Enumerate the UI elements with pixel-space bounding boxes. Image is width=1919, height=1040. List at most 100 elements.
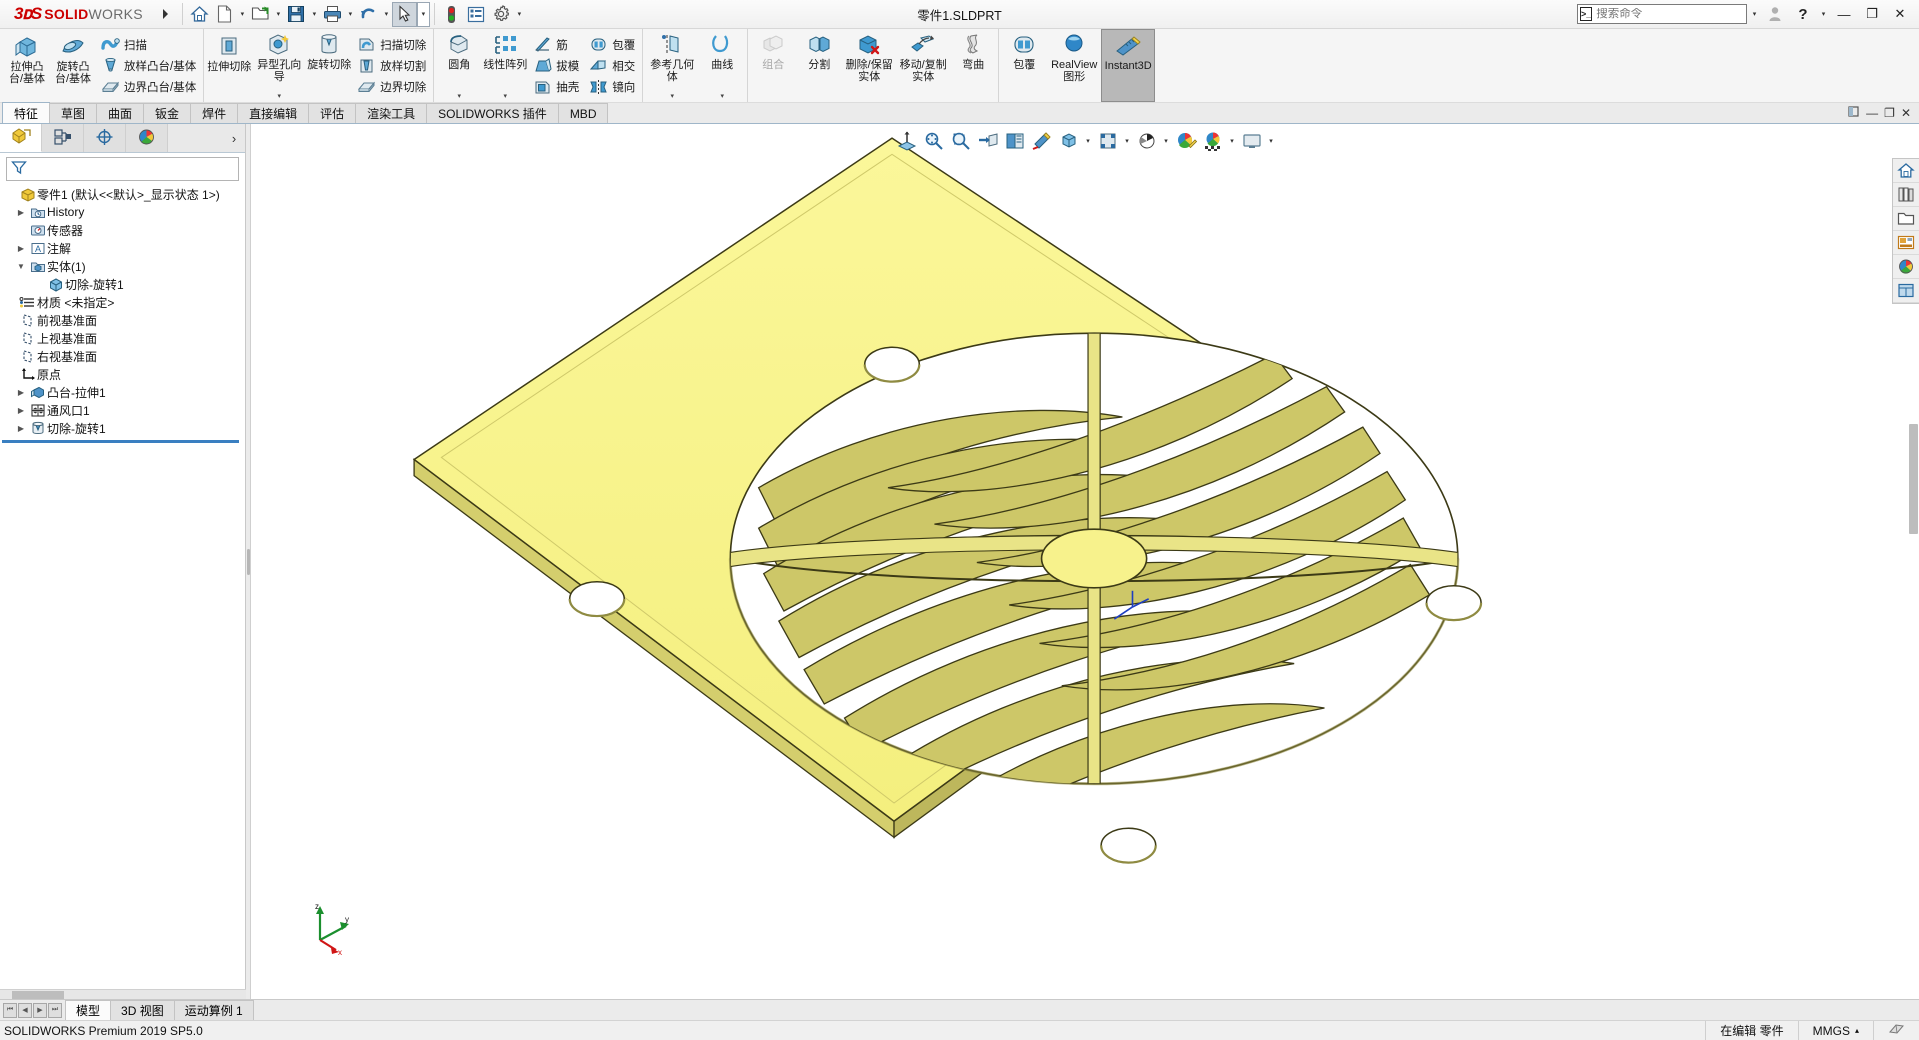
window-restore-button[interactable]: ❐: [1859, 2, 1885, 26]
property-manager-tab[interactable]: [42, 124, 84, 152]
tree-item-vent1[interactable]: ▶ 通风口1: [0, 401, 245, 419]
delete-keep-body-button[interactable]: 删除/保留实体: [842, 29, 896, 102]
edit-appearance-icon[interactable]: [1095, 128, 1120, 153]
tree-twisty[interactable]: ▶: [14, 424, 28, 433]
tab-solidworks-addins[interactable]: SOLIDWORKS 插件: [426, 103, 559, 123]
section-view-icon[interactable]: [975, 128, 1000, 153]
apply-scene-icon[interactable]: [1134, 128, 1159, 153]
feature-tree-hscroll-thumb[interactable]: [12, 991, 64, 999]
file-explorer-icon[interactable]: [1893, 207, 1919, 231]
realview-button[interactable]: RealView 图形: [1047, 29, 1101, 102]
viewport-restore-button[interactable]: ❐: [1884, 106, 1895, 120]
view-settings-caret[interactable]: ▾: [1266, 137, 1276, 145]
rollback-bar[interactable]: [2, 440, 239, 443]
viewport-close-button[interactable]: ✕: [1901, 106, 1911, 120]
apply-scene-big-icon[interactable]: [1200, 128, 1225, 153]
swept-boss-button[interactable]: 扫描: [98, 34, 199, 55]
user-account-icon[interactable]: [1762, 2, 1788, 26]
options-list-icon[interactable]: [464, 2, 489, 27]
tree-twisty[interactable]: ▶: [14, 406, 28, 415]
tab-mbd[interactable]: MBD: [557, 103, 609, 123]
linear-pattern-button[interactable]: 线性阵列 ▾: [482, 29, 528, 102]
reference-geometry-button[interactable]: 参考几何体 ▾: [645, 29, 699, 102]
help-caret[interactable]: ▾: [1818, 10, 1829, 18]
extruded-boss-button[interactable]: 拉伸凸台/基体: [4, 29, 50, 102]
reference-geometry-dropdown-caret[interactable]: ▾: [670, 92, 674, 102]
sw-resources-icon[interactable]: [1893, 159, 1919, 183]
save-icon[interactable]: [284, 2, 309, 27]
design-library-icon[interactable]: [1893, 183, 1919, 207]
wrap-big-button[interactable]: 包覆: [1001, 29, 1047, 102]
undo-caret[interactable]: ▾: [381, 10, 392, 18]
tree-twisty[interactable]: ▶: [14, 388, 28, 397]
gear-icon[interactable]: [489, 2, 514, 27]
custom-properties-icon[interactable]: [1893, 279, 1919, 303]
scene-caret[interactable]: ▾: [1227, 137, 1237, 145]
view-orientation-icon[interactable]: [1002, 128, 1027, 153]
view-palette-icon[interactable]: [1893, 231, 1919, 255]
tree-item-front-plane[interactable]: 前视基准面: [0, 311, 245, 329]
pin-icon[interactable]: [1847, 105, 1860, 121]
tab-sketch[interactable]: 草图: [49, 103, 98, 123]
status-units[interactable]: MMGS ▴: [1797, 1020, 1873, 1040]
lofted-cut-button[interactable]: 放样切割: [354, 55, 429, 76]
tree-twisty[interactable]: ▶: [14, 244, 28, 253]
nav-first-button[interactable]: ⏮: [3, 1002, 17, 1018]
tree-item-material[interactable]: 材质 <未指定>: [0, 293, 245, 311]
tree-twisty[interactable]: ▼: [14, 262, 28, 271]
extruded-cut-button[interactable]: 拉伸切除: [206, 29, 252, 102]
hide-show-caret[interactable]: ▾: [1122, 137, 1132, 145]
curves-dropdown-caret[interactable]: ▾: [720, 92, 724, 102]
command-search-box[interactable]: >_: [1577, 4, 1751, 24]
undo-icon[interactable]: [356, 2, 381, 27]
draft-button[interactable]: 拔模: [530, 55, 582, 76]
tree-item-top-plane[interactable]: 上视基准面: [0, 329, 245, 347]
appearance-caret[interactable]: ▾: [1161, 137, 1171, 145]
boundary-cut-button[interactable]: 边界切除: [354, 76, 429, 97]
menu-expand-arrow[interactable]: [153, 2, 178, 27]
tree-item-right-plane[interactable]: 右视基准面: [0, 347, 245, 365]
nav-last-button[interactable]: ⏭: [48, 1002, 62, 1018]
zoom-to-fit-icon[interactable]: [894, 128, 919, 153]
home-icon[interactable]: [187, 2, 212, 27]
select-caret[interactable]: ▾: [420, 10, 427, 18]
display-style-caret[interactable]: ▾: [1083, 137, 1093, 145]
tree-item-solid-bodies[interactable]: ▼ 实体(1): [0, 257, 245, 275]
linear-pattern-dropdown-caret[interactable]: ▾: [503, 92, 507, 102]
zoom-to-area-icon[interactable]: [921, 128, 946, 153]
chevron-right-icon[interactable]: ›: [223, 124, 245, 152]
new-document-caret[interactable]: ▾: [237, 10, 248, 18]
tree-item-annotations[interactable]: ▶ A 注解: [0, 239, 245, 257]
rib-button[interactable]: 筋: [530, 34, 582, 55]
tab-features[interactable]: 特征: [2, 102, 51, 123]
window-close-button[interactable]: ✕: [1887, 2, 1913, 26]
instant3d-button[interactable]: Instant3D: [1101, 29, 1156, 102]
open-document-caret[interactable]: ▾: [273, 10, 284, 18]
tree-item-part[interactable]: 零件1 (默认<<默认>_显示状态 1>): [0, 185, 245, 203]
tab-surfaces[interactable]: 曲面: [96, 103, 145, 123]
hole-wizard-button[interactable]: 异型孔向导 ▾: [252, 29, 306, 102]
tree-item-extrude1[interactable]: ▶ 凸台-拉伸1: [0, 383, 245, 401]
combine-button[interactable]: 组合: [750, 29, 796, 102]
bottom-tab-3dviews[interactable]: 3D 视图: [110, 1000, 175, 1020]
fillet-button[interactable]: 圆角 ▾: [436, 29, 482, 102]
appearances-scenes-icon[interactable]: [1893, 255, 1919, 279]
shell-button[interactable]: 抽壳: [530, 76, 582, 97]
revolved-cut-button[interactable]: 旋转切除: [306, 29, 352, 102]
boundary-boss-button[interactable]: 边界凸台/基体: [98, 76, 199, 97]
mirror-button[interactable]: 镜向: [586, 76, 638, 97]
print-caret[interactable]: ▾: [345, 10, 356, 18]
rebuild-traffic-icon[interactable]: [439, 2, 464, 27]
fillet-dropdown-caret[interactable]: ▾: [457, 92, 461, 102]
tab-render-tools[interactable]: 渲染工具: [355, 103, 428, 123]
units-caret-icon[interactable]: ▴: [1855, 1026, 1859, 1035]
tree-item-history[interactable]: ▶ History: [0, 203, 245, 221]
feature-tree-tab[interactable]: [0, 124, 42, 152]
view-settings-icon[interactable]: [1239, 128, 1264, 153]
hide-show-items-icon[interactable]: [1056, 128, 1081, 153]
new-document-icon[interactable]: [212, 2, 237, 27]
tree-item-revolve-cut1[interactable]: ▶ 切除-旋转1: [0, 419, 245, 437]
fan-grill-3d-model[interactable]: [251, 124, 1919, 999]
select-dropdown-box[interactable]: ▾: [416, 1, 430, 27]
graphics-viewport[interactable]: ▾ ▾ ▾ ▾ ▾ z y x: [251, 124, 1919, 999]
